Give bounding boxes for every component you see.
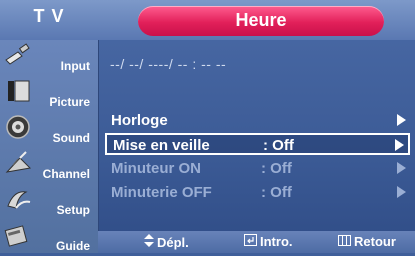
sidebar-item-input[interactable]: Input	[0, 40, 98, 76]
help-enter: Intro.	[244, 234, 293, 249]
tv-menu-screen: T V Heure Input Picture Sound Channel Se…	[0, 0, 415, 253]
row-label: Minuterie OFF	[111, 184, 212, 201]
row-label: Horloge	[111, 112, 168, 129]
sidebar: Input Picture Sound Channel Setup Guide	[0, 40, 99, 253]
help-return-label: Retour	[354, 234, 396, 249]
sidebar-item-label: Sound	[52, 131, 90, 145]
menu-row-minuterie-off[interactable]: Minuterie OFF : Off	[105, 182, 410, 204]
row-label: Minuteur ON	[111, 160, 201, 177]
sidebar-item-label: Picture	[49, 95, 90, 109]
source-label: T V	[33, 6, 65, 26]
row-value: : Off	[261, 184, 292, 201]
right-arrow-icon	[397, 186, 406, 198]
menu-header: T V Heure	[0, 0, 415, 40]
setup-icon	[7, 191, 31, 209]
sidebar-item-sound[interactable]: Sound	[0, 112, 98, 148]
sidebar-item-label: Guide	[55, 239, 90, 253]
menu-row-minuteur-on[interactable]: Minuteur ON : Off	[105, 158, 410, 180]
help-bar: Dépl. Intro. Retour	[98, 231, 415, 253]
sidebar-item-setup[interactable]: Setup	[0, 184, 98, 220]
picture-icon	[8, 80, 30, 102]
row-label: Mise en veille	[113, 137, 210, 154]
input-plug-icon	[5, 43, 30, 65]
sidebar-item-label: Channel	[42, 167, 90, 181]
enter-icon	[244, 234, 257, 246]
clock-readout: --/ --/ ----/ -- : -- --	[110, 56, 227, 72]
sidebar-item-label: Setup	[56, 203, 90, 217]
help-move-label: Dépl.	[157, 235, 189, 250]
title-pill: Heure	[138, 6, 384, 36]
guide-icon	[4, 225, 28, 247]
row-value: : Off	[263, 137, 294, 154]
help-enter-label: Intro.	[260, 234, 293, 249]
sidebar-item-picture[interactable]: Picture	[0, 76, 98, 112]
help-move: Dépl.	[144, 234, 189, 250]
menu-icon	[338, 235, 351, 246]
right-arrow-icon	[397, 162, 406, 174]
page-title: Heure	[235, 10, 287, 30]
up-down-arrows-icon	[144, 234, 154, 247]
speaker-icon	[6, 115, 30, 139]
sidebar-item-label: Input	[60, 59, 90, 73]
menu-row-mise-en-veille[interactable]: Mise en veille : Off	[105, 133, 410, 155]
antenna-icon	[5, 151, 32, 173]
row-value: : Off	[261, 160, 292, 177]
help-return: Retour	[338, 234, 396, 249]
menu-row-horloge[interactable]: Horloge	[105, 110, 410, 132]
sidebar-item-guide[interactable]: Guide	[0, 220, 98, 256]
right-arrow-icon	[395, 139, 404, 151]
right-arrow-icon	[397, 114, 406, 126]
sidebar-item-channel[interactable]: Channel	[0, 148, 98, 184]
